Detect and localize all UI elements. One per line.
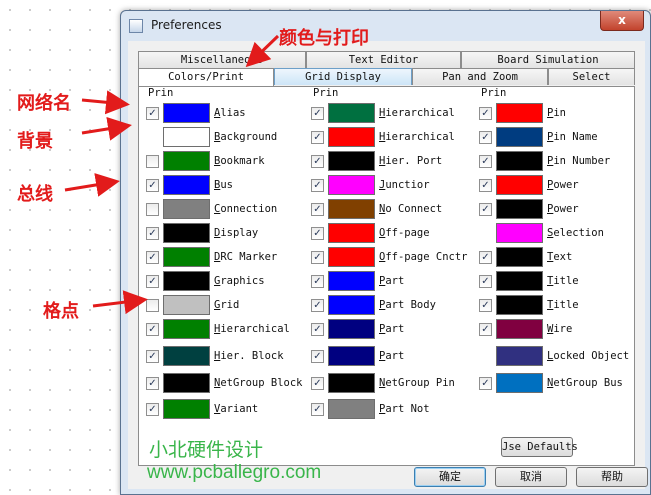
arrow-to-grid	[92, 290, 148, 315]
watermark-brand: 小北硬件设计	[149, 439, 264, 461]
arrow-to-tabs	[245, 34, 280, 68]
arrow-to-background	[81, 116, 132, 141]
arrow-to-alias	[81, 90, 130, 115]
watermark-url: www.pcballegro.com	[147, 462, 322, 483]
annotation-arrows	[64, 34, 280, 315]
arrow-to-bus	[64, 173, 120, 197]
